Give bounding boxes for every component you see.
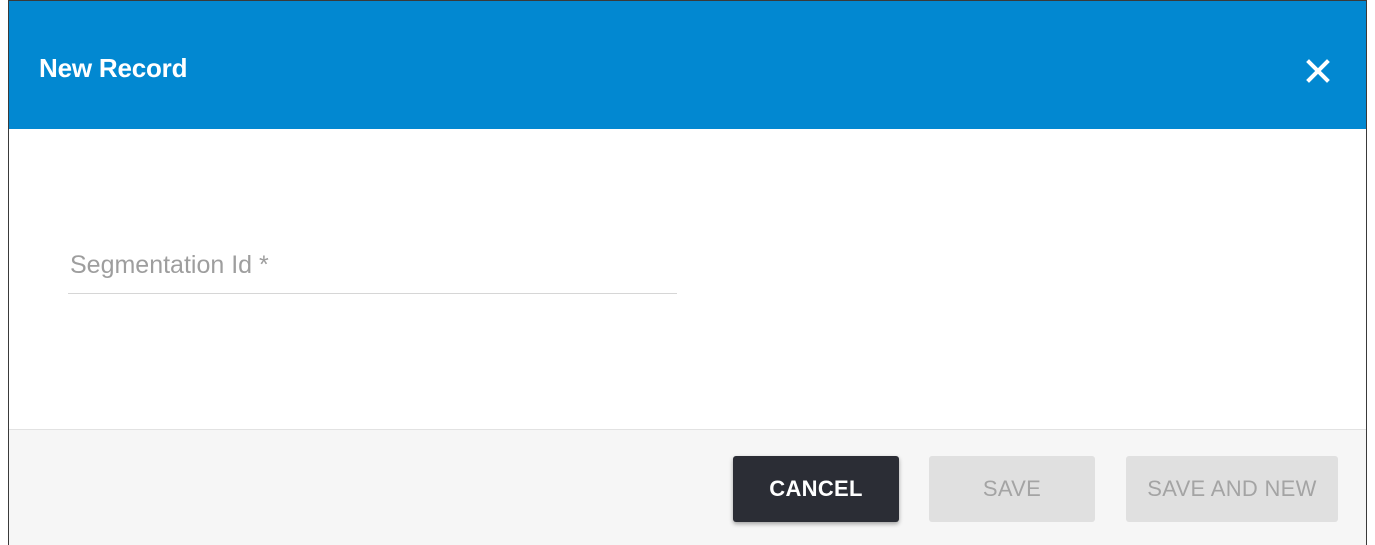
dialog-title: New Record <box>39 53 188 83</box>
dialog-header: New Record <box>9 1 1366 129</box>
cancel-button[interactable]: CANCEL <box>733 456 899 522</box>
save-button[interactable]: SAVE <box>929 456 1095 522</box>
new-record-dialog: New Record CANCEL SAVE SAVE AND NEW <box>8 0 1367 545</box>
save-and-new-button[interactable]: SAVE AND NEW <box>1126 456 1338 522</box>
dialog-body <box>9 129 1366 429</box>
close-icon <box>1306 59 1330 83</box>
segmentation-id-input[interactable] <box>68 239 677 291</box>
segmentation-id-field <box>68 239 677 294</box>
close-button[interactable] <box>1300 53 1336 89</box>
dialog-footer: CANCEL SAVE SAVE AND NEW <box>9 429 1366 545</box>
